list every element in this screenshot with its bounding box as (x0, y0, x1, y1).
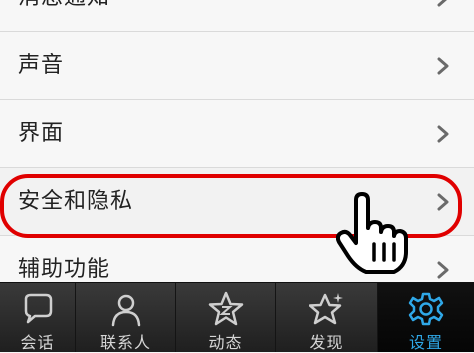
settings-item-notifications[interactable]: 消息通知 (0, 0, 474, 32)
settings-item-label: 消息通知 (18, 0, 110, 32)
star-z-icon (208, 291, 243, 326)
chevron-right-icon (437, 261, 449, 279)
tab-label: 设置 (408, 333, 443, 352)
settings-item-label: 声音 (18, 53, 65, 78)
star-sparkle-icon (308, 293, 343, 325)
chevron-right-icon (437, 125, 449, 143)
tab-label: 动态 (208, 333, 243, 352)
settings-item-interface[interactable]: 界面 (0, 100, 474, 168)
tab-label: 会话 (20, 333, 55, 352)
settings-item-label: 界面 (18, 121, 65, 146)
chevron-right-icon (437, 0, 447, 7)
person-icon (111, 294, 140, 327)
tab-bar: 会话 联系人 动态 发现 设置 (0, 282, 474, 352)
pointing-hand-icon (336, 192, 408, 274)
settings-item-label: 安全和隐私 (18, 189, 134, 214)
tab-discover[interactable]: 发现 (276, 283, 378, 352)
tab-feed[interactable]: 动态 (176, 283, 276, 352)
chat-bubble-icon (24, 293, 52, 324)
tab-label: 发现 (309, 333, 344, 352)
chevron-right-icon (437, 57, 449, 75)
gear-icon (408, 292, 444, 326)
tab-settings[interactable]: 设置 (378, 283, 474, 352)
tab-contacts[interactable]: 联系人 (76, 283, 176, 352)
settings-item-sound[interactable]: 声音 (0, 32, 474, 100)
tab-label: 联系人 (99, 333, 151, 352)
tab-conversations[interactable]: 会话 (0, 283, 76, 352)
chevron-right-icon (437, 193, 449, 211)
